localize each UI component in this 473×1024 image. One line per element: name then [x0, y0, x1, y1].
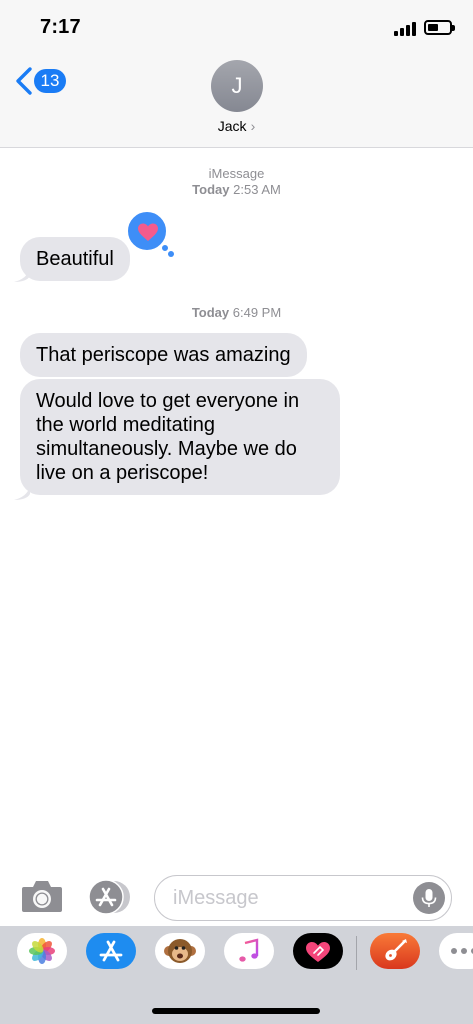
- digital-touch-icon: [306, 942, 330, 962]
- timestamp: Today 2:53 AM: [0, 182, 473, 197]
- microphone-icon: [421, 889, 437, 907]
- app-store-icon[interactable]: [88, 878, 132, 916]
- digital-touch-app-button[interactable]: [293, 933, 343, 969]
- status-time: 7:17: [40, 16, 81, 38]
- garageband-app-button[interactable]: [370, 933, 420, 969]
- timestamp-day: Today: [191, 305, 230, 320]
- more-icon: [451, 948, 473, 954]
- app-store-app-button[interactable]: [86, 933, 136, 969]
- photos-app-button[interactable]: [17, 933, 67, 969]
- photos-icon: [29, 938, 55, 964]
- battery-icon: [424, 20, 455, 35]
- timestamp-time: 2:53 AM: [233, 182, 281, 197]
- conversation-header: 7:17 13 J Jack ›: [0, 0, 473, 148]
- heart-icon: [138, 223, 158, 241]
- animoji-icon: [164, 939, 196, 963]
- unread-count-badge: 13: [34, 69, 66, 93]
- message-bubble[interactable]: That periscope was amazing: [20, 333, 307, 377]
- music-app-button[interactable]: [224, 933, 274, 969]
- contact-name-button[interactable]: Jack ›: [0, 118, 473, 134]
- timestamp: Today 6:49 PM: [0, 305, 473, 320]
- timestamp-day: Today: [192, 182, 230, 197]
- cellular-signal-icon: [394, 22, 418, 36]
- tapback-tail-dot: [168, 251, 174, 257]
- message-input-placeholder: iMessage: [173, 887, 259, 909]
- back-button[interactable]: 13: [14, 66, 74, 96]
- message-bubble[interactable]: Beautiful: [20, 237, 130, 281]
- timestamp-time: 6:49 PM: [232, 305, 282, 320]
- contact-name: Jack: [217, 118, 247, 134]
- home-indicator[interactable]: [152, 1008, 320, 1014]
- garageband-icon: [385, 939, 407, 961]
- message-input[interactable]: iMessage: [154, 875, 452, 921]
- camera-icon[interactable]: [20, 878, 64, 914]
- music-icon: [239, 938, 259, 962]
- chevron-right-icon: ›: [250, 118, 256, 134]
- service-label: iMessage: [208, 166, 265, 181]
- dictation-button[interactable]: [413, 882, 445, 914]
- animoji-app-button[interactable]: [155, 933, 205, 969]
- message-bubble[interactable]: Would love to get everyone in the world …: [20, 379, 340, 495]
- app-store-icon: [99, 940, 123, 962]
- drawer-divider: [356, 936, 357, 970]
- contact-avatar[interactable]: J: [211, 60, 263, 112]
- chevron-left-icon: [16, 67, 32, 95]
- more-apps-button[interactable]: [439, 933, 473, 969]
